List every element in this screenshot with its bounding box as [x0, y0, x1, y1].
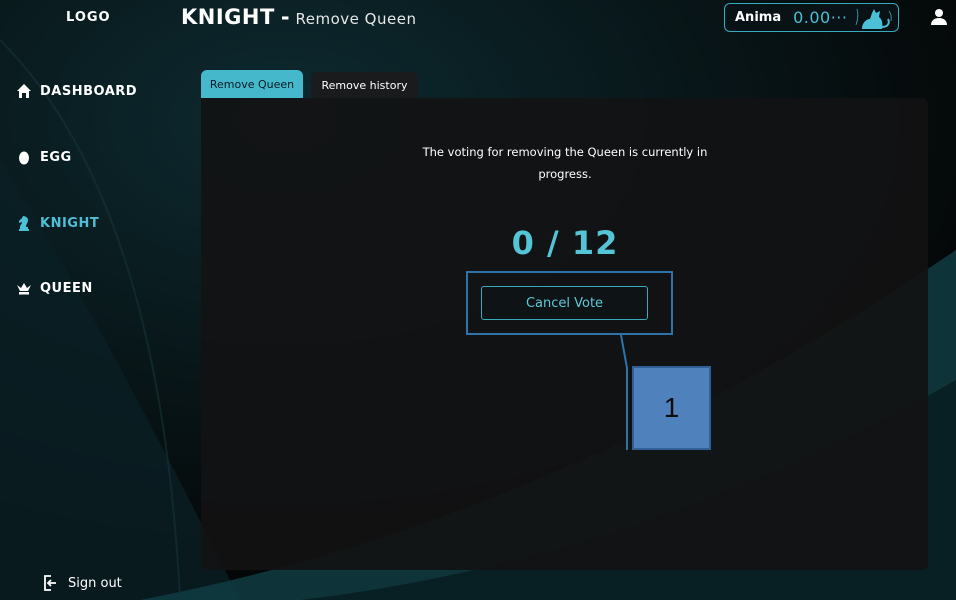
tab-remove-history[interactable]: Remove history — [311, 72, 418, 98]
egg-icon — [19, 151, 29, 165]
voting-message: The voting for removing the Queen is cur… — [422, 145, 708, 181]
logo: LOGO — [66, 10, 111, 25]
sidebar-item-label: DASHBOARD — [40, 83, 138, 99]
anima-label: Anima — [735, 10, 782, 25]
page-title-separator: - — [280, 5, 290, 29]
home-icon — [17, 84, 31, 98]
user-icon[interactable] — [930, 8, 948, 26]
sidebar-item-label: KNIGHT — [40, 215, 100, 231]
sidebar-item-dashboard[interactable]: DASHBOARD — [16, 80, 137, 102]
page-title-main: KNIGHT — [181, 5, 275, 29]
sidebar-item-queen[interactable]: QUEEN — [16, 277, 93, 299]
sidebar-item-label: QUEEN — [40, 280, 93, 296]
sign-out-label: Sign out — [68, 575, 122, 591]
page-title: KNIGHT - Remove Queen — [181, 5, 416, 29]
annotation-badge: 1 — [632, 366, 711, 450]
sign-out-icon — [44, 575, 56, 591]
tab-remove-queen[interactable]: Remove Queen — [201, 70, 303, 98]
sidebar-item-knight[interactable]: KNIGHT — [16, 212, 99, 234]
cancel-vote-button[interactable]: Cancel Vote — [481, 286, 648, 320]
page-subtitle: Remove Queen — [295, 10, 417, 28]
sidebar: LOGO DASHBOARD EGG KNIGHT QUEEN Sign out — [0, 0, 170, 600]
anima-balance: Anima 0.00··· — [724, 3, 899, 32]
app-root: LOGO DASHBOARD EGG KNIGHT QUEEN Sign out… — [0, 0, 956, 600]
cat-icon — [855, 8, 892, 29]
sidebar-item-label: EGG — [40, 149, 72, 165]
sign-out-button[interactable]: Sign out — [42, 574, 122, 592]
anima-value: 0.00··· — [793, 8, 848, 27]
knight-icon — [19, 216, 29, 231]
sidebar-item-egg[interactable]: EGG — [16, 146, 72, 168]
crown-icon — [17, 283, 31, 295]
vote-count: 0 / 12 — [511, 224, 619, 262]
